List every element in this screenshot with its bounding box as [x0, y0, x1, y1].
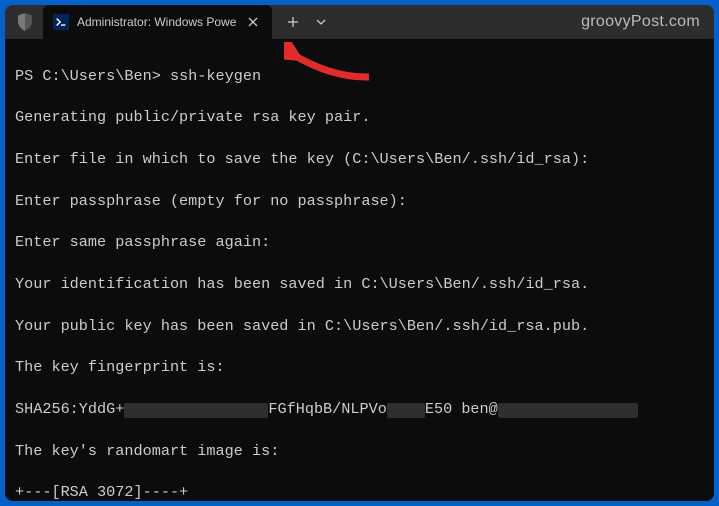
terminal-output[interactable]: PS C:\Users\Ben> ssh-keygen Generating p…	[5, 39, 714, 501]
output-line: The key fingerprint is:	[15, 357, 704, 378]
output-line: Enter file in which to save the key (C:\…	[15, 149, 704, 170]
titlebar: Administrator: Windows Powe groovyPost.c…	[5, 5, 714, 39]
uac-shield-icon	[17, 13, 33, 31]
output-line: The key's randomart image is:	[15, 441, 704, 462]
output-line: Your public key has been saved in C:\Use…	[15, 316, 704, 337]
fingerprint-line: SHA256:YddG+FGfHqbB/NLPVoE50 ben@	[15, 399, 704, 420]
prompt: PS C:\Users\Ben>	[15, 67, 170, 85]
tab-dropdown-button[interactable]	[308, 7, 334, 37]
redacted-block	[498, 403, 638, 418]
output-line: Enter passphrase (empty for no passphras…	[15, 191, 704, 212]
output-line: Enter same passphrase again:	[15, 232, 704, 253]
output-line: Generating public/private rsa key pair.	[15, 107, 704, 128]
redacted-block	[387, 403, 425, 418]
terminal-window: Administrator: Windows Powe groovyPost.c…	[5, 5, 714, 501]
typed-command: ssh-keygen	[170, 67, 261, 85]
tab-title: Administrator: Windows Powe	[77, 15, 236, 29]
watermark-text: groovyPost.com	[581, 13, 700, 31]
terminal-tab[interactable]: Administrator: Windows Powe	[43, 5, 272, 39]
new-tab-button[interactable]	[278, 7, 308, 37]
output-line: Your identification has been saved in C:…	[15, 274, 704, 295]
randomart-border: +---[RSA 3072]----+	[15, 482, 704, 501]
powershell-icon	[53, 14, 69, 30]
tab-close-button[interactable]	[244, 13, 262, 31]
redacted-block	[124, 403, 268, 418]
